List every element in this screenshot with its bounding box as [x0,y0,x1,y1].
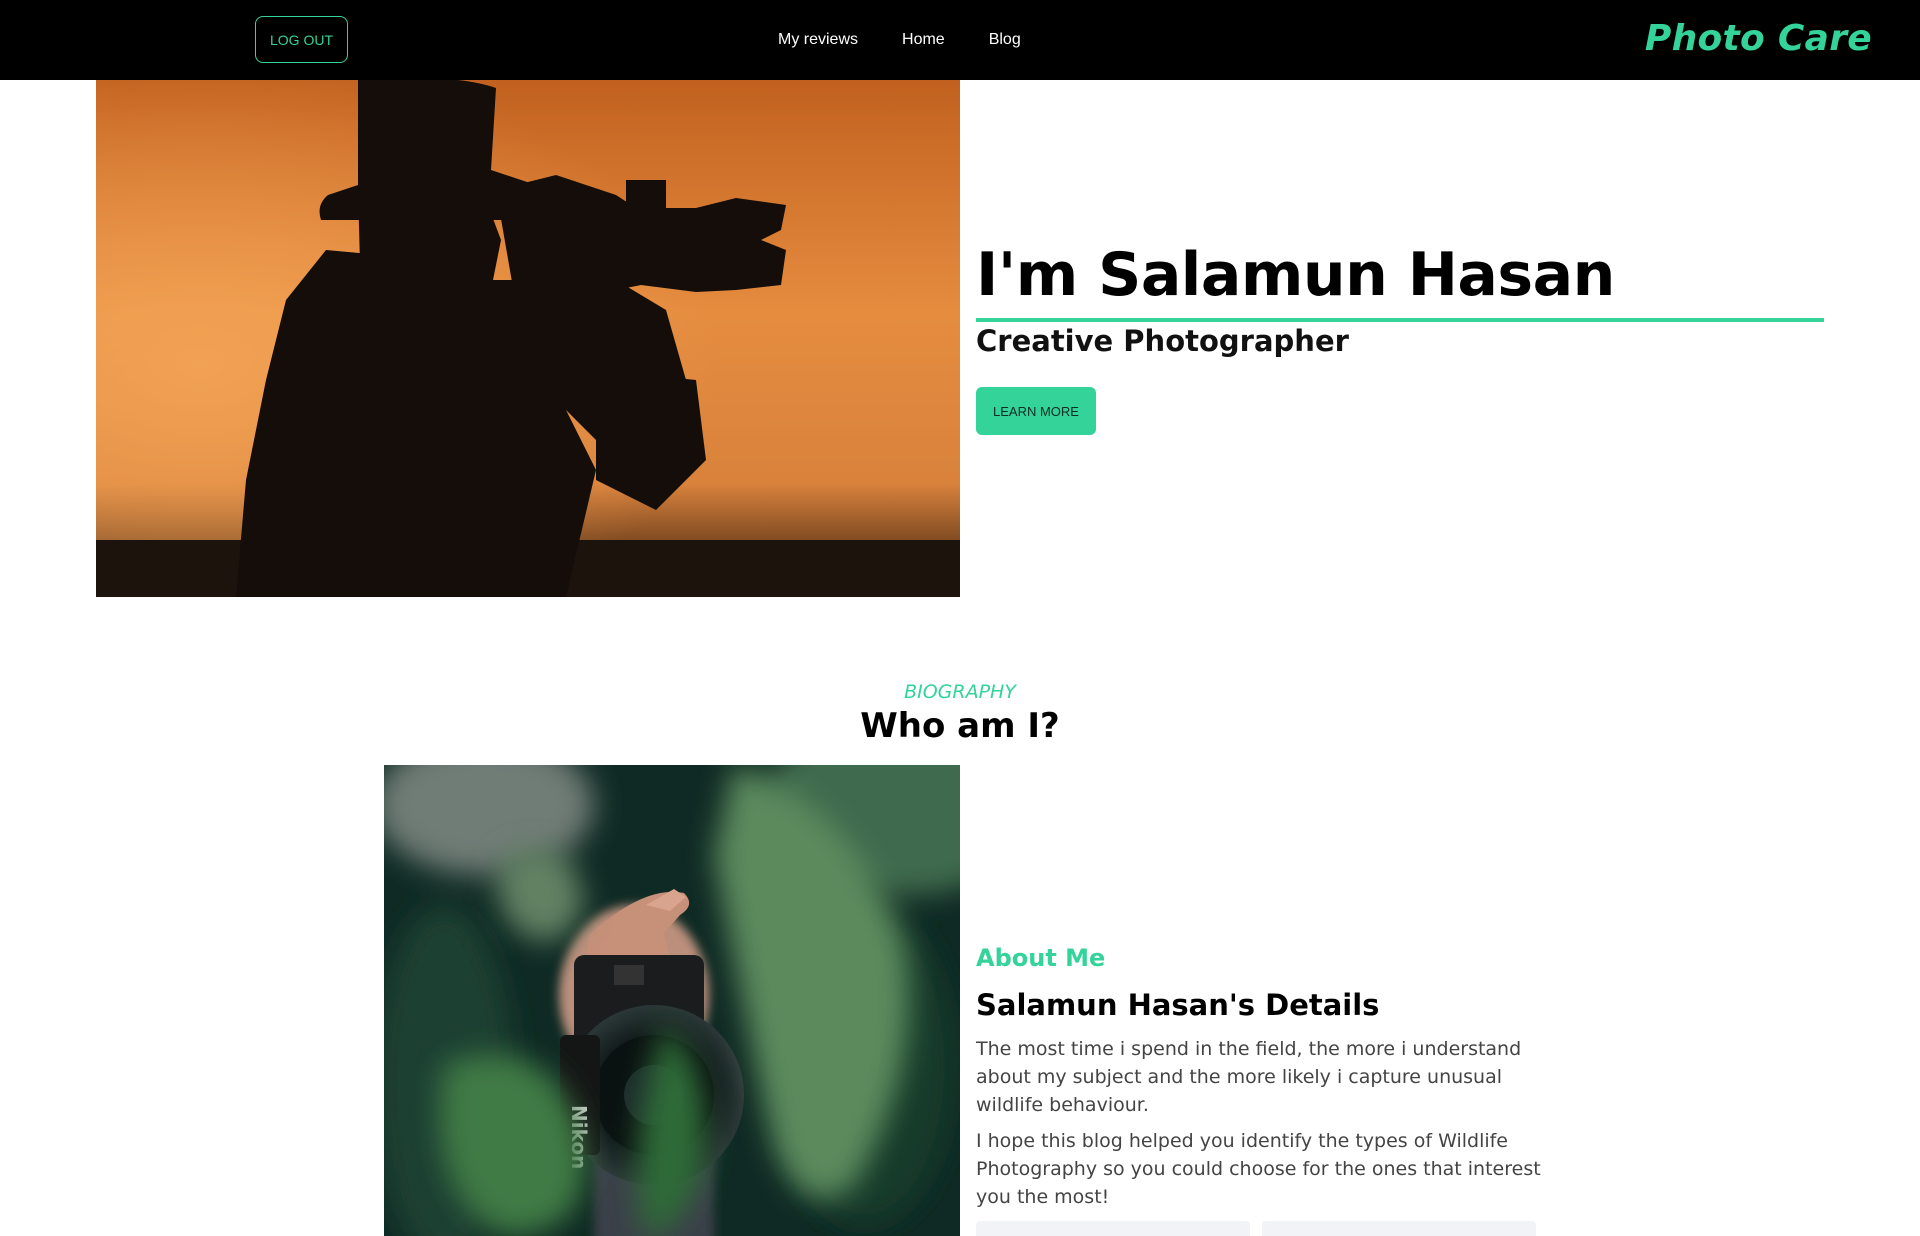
main-nav: My reviews Home Blog [778,0,1065,80]
hero-name-heading: I'm Salamun Hasan [976,240,1615,310]
brand-logo[interactable]: Photo Care [1645,18,1872,59]
nav-link-home[interactable]: Home [902,31,945,49]
nav-link-blog[interactable]: Blog [989,31,1021,49]
hero-photographer-image [96,80,960,597]
biography-title: Who am I? [860,706,1060,746]
nav-link-my-reviews[interactable]: My reviews [778,31,858,49]
hero-role-subtitle: Creative Photographer [976,324,1349,358]
about-me-label: About Me [976,944,1106,972]
biography-eyebrow: BIOGRAPHY [904,681,1016,703]
logout-button[interactable]: LOG OUT [255,16,348,63]
info-card-2 [1262,1221,1536,1236]
about-paragraph-2: I hope this blog helped you identify the… [976,1130,1541,1208]
hero-accent-divider [976,318,1824,322]
about-paragraph-1: The most time i spend in the field, the … [976,1038,1522,1116]
top-navbar: LOG OUT My reviews Home Blog Photo Care [0,0,1920,80]
biography-camera-image: Nikon [384,765,960,1236]
details-title: Salamun Hasan's Details [976,988,1380,1022]
info-card-1 [976,1221,1250,1236]
learn-more-button[interactable]: LEARN MORE [976,387,1096,435]
